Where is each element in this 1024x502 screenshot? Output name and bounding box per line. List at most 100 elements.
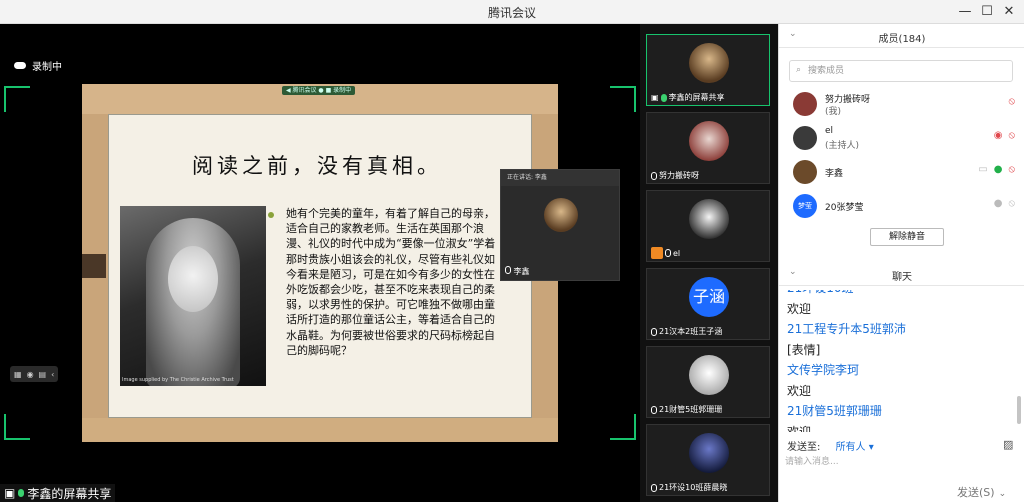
video-tile-column: ▣ 李鑫的屏幕共享 努力搬砖呀 el 子涵 21汉本2班王子涵 21财管5班郭珊… [640, 24, 778, 502]
camera-icon[interactable]: ◉ [27, 370, 34, 379]
member-name: el [825, 126, 834, 136]
members-header[interactable]: ⌄ 成员(184) [779, 24, 1024, 48]
mic-icon [651, 171, 657, 180]
slide-left-tab [82, 254, 106, 278]
chat-message: 欢迎 [787, 301, 812, 316]
screen-share-icon: ▣ [651, 93, 659, 102]
participant-avatar [689, 199, 729, 239]
grid-icon[interactable]: ▦ [14, 370, 22, 379]
member-avatar [793, 92, 817, 116]
cloud-icon [14, 62, 26, 69]
speaker-floating-window[interactable]: 正在讲话: 李鑫 李鑫 [500, 169, 620, 281]
member-role: (主持人) [825, 141, 860, 151]
screen-share-icon: ◉ [993, 130, 1003, 141]
host-icon [651, 247, 663, 259]
close-icon[interactable]: ✕ [998, 2, 1020, 22]
recording-indicator: 录制中 [14, 58, 62, 73]
mic-on-icon [18, 489, 25, 497]
collapse-icon[interactable]: ‹ [51, 370, 54, 379]
participant-name: 21环设10班薛晨晓 [659, 483, 728, 492]
send-button[interactable]: 发送(S) ⌄ [957, 484, 1006, 500]
video-tile[interactable]: 子涵 21汉本2班王子涵 [646, 268, 770, 340]
members-title: 成员(184) [878, 34, 926, 45]
chat-message: 欢迎 [787, 424, 812, 433]
mic-icon [505, 266, 511, 274]
member-name: 李鑫 [825, 169, 844, 179]
chat-sender: 21环设10班 [779, 290, 1015, 299]
title-bar: 腾讯会议 — ☐ ✕ [0, 0, 1024, 24]
photo-face [168, 246, 218, 312]
mic-icon [651, 327, 657, 336]
member-row[interactable]: el (主持人) ◉ ⦸ [779, 122, 1024, 156]
share-corner-marker [610, 86, 636, 112]
share-corner-marker [4, 414, 30, 440]
video-tile-label: ▣ 李鑫的屏幕共享 [651, 92, 725, 103]
speaker-name: 李鑫 [505, 266, 530, 277]
video-tile-label: el [651, 247, 680, 259]
participant-avatar: 子涵 [689, 277, 729, 317]
chat-input[interactable] [785, 454, 1015, 470]
send-button-label: 发送(S) [957, 486, 995, 499]
minimize-icon[interactable]: — [954, 2, 976, 22]
member-row[interactable]: 梦莹 20张梦莹 ● ⦸ [779, 190, 1024, 224]
member-search[interactable]: ⌕ [789, 60, 1013, 82]
video-tile-label: 21汉本2班王子涵 [651, 326, 722, 337]
chat-messages: 21环设10班 欢迎 21工程专升本5班郭沛 [表情] 文传学院李珂 欢迎 21… [779, 290, 1015, 432]
member-search-input[interactable] [808, 63, 1008, 79]
image-icon[interactable]: ▨ [1003, 438, 1013, 451]
screen-share-icon: ▣ [4, 486, 16, 500]
chat-sender: 文传学院李珂 [787, 363, 860, 377]
video-off-icon[interactable]: ⦸ [1008, 198, 1015, 209]
mic-icon [651, 405, 657, 414]
slide-body-text: 她有个完美的童年，有着了解自己的母亲，适合自己的家教老师。生活在英国那个浪漫、礼… [286, 207, 496, 357]
bullet-icon [268, 212, 274, 218]
send-to-label: 发送至: [787, 442, 821, 453]
video-tile[interactable]: 努力搬砖呀 [646, 112, 770, 184]
participant-name: 努力搬砖呀 [659, 171, 699, 180]
share-label: 李鑫的屏幕共享 [27, 486, 112, 501]
chat-title: 聊天 [892, 272, 912, 283]
participant-name: 21汉本2班王子涵 [659, 327, 723, 336]
chat-header[interactable]: ⌄ 聊天 [779, 262, 1024, 286]
mic-icon [665, 249, 671, 257]
search-icon: ⌕ [796, 65, 802, 75]
participant-avatar [689, 355, 729, 395]
mic-icon [651, 483, 657, 492]
send-to-row: 发送至: 所有人 ▾ [787, 438, 874, 453]
send-to-select[interactable]: 所有人 ▾ [836, 442, 874, 453]
video-tile[interactable]: el [646, 190, 770, 262]
speaker-name-label: 李鑫 [513, 267, 530, 276]
video-tile[interactable]: 21环设10班薛晨晓 [646, 424, 770, 496]
chat-message: [表情] [787, 342, 821, 357]
layout-icon[interactable]: ▤ [39, 370, 47, 379]
member-avatar [793, 126, 817, 150]
speaker-header: 正在讲话: 李鑫 [501, 170, 619, 186]
chat-scrollbar[interactable] [1017, 396, 1021, 424]
share-side-toolbar: ▦ ◉ ▤ ‹ [10, 366, 59, 382]
member-row[interactable]: 李鑫 ▭ ● ⦸ [779, 156, 1024, 190]
slide-bottom-band [82, 418, 558, 442]
chevron-down-icon[interactable]: ⌄ [999, 489, 1007, 499]
slide-toolbar-strip: ◀ 腾讯会议 ● ■ 录制中 [282, 86, 356, 95]
video-off-icon[interactable]: ⦸ [1008, 164, 1015, 175]
screen-share-area: 录制中 阅读之前，没有真相。 Image supplied by The Chr… [0, 24, 640, 502]
chat-message: 欢迎 [787, 383, 812, 398]
mic-icon[interactable]: ● [994, 198, 1003, 209]
share-corner-marker [610, 414, 636, 440]
presentation-slide: 阅读之前，没有真相。 Image supplied by The Christi… [82, 84, 558, 442]
share-label-bar: ▣ 李鑫的屏幕共享 [0, 484, 116, 502]
maximize-icon[interactable]: ☐ [976, 2, 998, 22]
member-row[interactable]: 努力搬砖呀 (我) ⦸ [779, 88, 1024, 122]
participant-name: 李鑫的屏幕共享 [668, 93, 725, 102]
mic-muted-icon[interactable]: ⦸ [1008, 96, 1015, 107]
mic-on-icon[interactable]: ● [994, 164, 1003, 175]
mic-muted-icon[interactable]: ⦸ [1008, 130, 1015, 141]
participant-avatar [689, 433, 729, 473]
share-corner-marker [4, 86, 30, 112]
unmute-all-button[interactable]: 解除静音 [870, 228, 944, 246]
video-tile[interactable]: ▣ 李鑫的屏幕共享 [646, 34, 770, 106]
video-tile[interactable]: 21财管5班郭珊珊 [646, 346, 770, 418]
member-avatar: 梦莹 [793, 194, 817, 218]
speaker-avatar [544, 198, 578, 232]
recording-label: 录制中 [32, 62, 62, 73]
